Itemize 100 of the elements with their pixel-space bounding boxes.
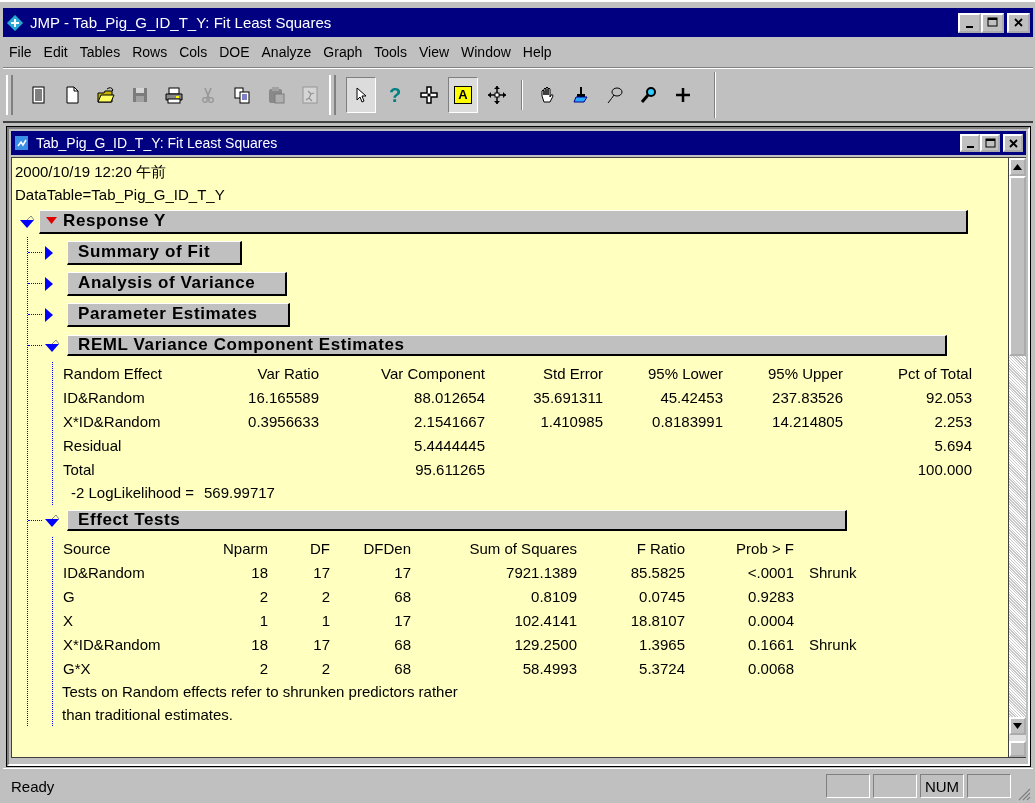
close-icon <box>1006 136 1020 150</box>
column-header: Pct of Total <box>897 364 972 384</box>
status-pane <box>873 774 917 798</box>
resize-grip-icon[interactable] <box>1017 787 1031 801</box>
table-cell-text: 2 <box>320 659 330 679</box>
expanded-triangle-icon[interactable] <box>44 513 61 528</box>
table-cell-text: 17 <box>393 611 411 631</box>
column-header: F Ratio <box>635 539 685 559</box>
popup-menu-icon[interactable] <box>46 217 57 225</box>
outline-header[interactable]: Analysis of Variance <box>67 271 288 296</box>
statistic-label: -2 LogLikelihood = <box>71 483 194 503</box>
menu-item[interactable]: Rows <box>128 42 176 62</box>
expanded-triangle-icon[interactable] <box>19 214 36 229</box>
arrow-cursor-button[interactable] <box>346 77 376 113</box>
table-cell-text: 237.83526 <box>771 388 843 408</box>
table-cell-text: 2 <box>258 587 268 607</box>
outline-header[interactable]: Summary of Fit <box>67 240 243 265</box>
status-pane <box>967 774 1011 798</box>
minimize-icon <box>966 146 974 148</box>
scroll-down-button[interactable] <box>1009 717 1026 735</box>
table-cell-text: 18 <box>250 563 268 583</box>
close-button[interactable] <box>1007 12 1030 33</box>
folder-icon <box>96 85 116 105</box>
table-cell-text: 2.1541667 <box>413 412 485 432</box>
table-cell-text: 1 <box>320 611 330 631</box>
table-cell-text: 0.3956633 <box>247 412 319 432</box>
table-cell-text: Shrunk <box>808 563 858 583</box>
table-cell-text: 0.1661 <box>747 635 794 655</box>
column-header: Var Ratio <box>256 364 319 384</box>
table-cell-text: Residual <box>63 436 123 456</box>
footnote-text: Tests on Random effects refer to shrunken predictors rather <box>62 682 459 702</box>
table-cell-text: 100.000 <box>916 460 972 480</box>
table-cell-text: 35.691311 <box>532 388 603 408</box>
cross-icon <box>419 85 439 105</box>
minimize-icon <box>966 25 973 28</box>
table-cell-text: 0.0068 <box>747 659 794 679</box>
table-cell-text: 5.694 <box>933 436 972 456</box>
menu-item[interactable]: Cols <box>175 42 216 62</box>
close-button[interactable] <box>1003 134 1023 152</box>
menu-item[interactable]: Analyze <box>257 42 320 62</box>
column-header: Nparm <box>222 539 268 559</box>
toolbar-grip[interactable] <box>6 75 13 115</box>
status-pane <box>826 774 870 798</box>
outline-header[interactable]: Effect Tests <box>67 510 847 531</box>
menu-item[interactable]: View <box>414 42 458 62</box>
annotate-button[interactable]: A <box>448 77 478 113</box>
table-cell-text: Total <box>63 460 96 480</box>
magnifier-icon <box>639 85 659 105</box>
scroll-up-button[interactable] <box>1009 158 1026 176</box>
outline-header[interactable]: REML Variance Component Estimates <box>67 335 947 356</box>
table-cell-text: ID&Random <box>63 388 146 408</box>
vertical-scrollbar[interactable] <box>1009 157 1026 758</box>
table-cell-text: 17 <box>393 563 411 583</box>
table-cell-text: 1 <box>258 611 268 631</box>
maximize-icon <box>986 16 999 29</box>
copy-icon <box>232 85 252 105</box>
table-cell-text: X <box>63 611 74 631</box>
menu-item[interactable]: Window <box>457 42 519 62</box>
footnote-text: than traditional estimates. <box>62 705 234 725</box>
menu-item[interactable]: DOE <box>215 42 258 62</box>
maximize-button[interactable] <box>980 134 1000 152</box>
table-cell-text: G*X <box>63 659 92 679</box>
menu-item[interactable]: Edit <box>39 42 76 62</box>
toolbar-grip[interactable] <box>329 75 336 115</box>
table-cell-text: 88.012654 <box>413 388 485 408</box>
table-cell-text: 2 <box>320 587 330 607</box>
expanded-triangle-icon[interactable] <box>44 338 61 353</box>
table-cell-text: 2.253 <box>933 412 972 432</box>
table-cell-text: 95.611265 <box>414 460 485 480</box>
table-cell-text: 0.0004 <box>747 611 794 631</box>
table-cell-text: 0.9283 <box>747 587 794 607</box>
table-cell-text: 0.8183991 <box>651 412 723 432</box>
maximize-button[interactable] <box>981 12 1004 33</box>
table-cell-text: 1.3965 <box>638 635 685 655</box>
outline-header[interactable]: Response Y <box>39 209 968 234</box>
minimize-button[interactable] <box>958 12 981 33</box>
menu-item[interactable]: Graph <box>319 42 371 62</box>
outline-header[interactable]: Parameter Estimates <box>67 302 290 327</box>
menu-item[interactable]: File <box>5 42 40 62</box>
table-cell-text: 92.053 <box>925 388 972 408</box>
table-cell-text: 68 <box>393 587 411 607</box>
column-header: DFDen <box>362 539 411 559</box>
status-indicator: NUM <box>920 774 964 798</box>
menu-item[interactable]: Tables <box>75 42 129 62</box>
column-header: DF <box>309 539 330 559</box>
column-header: Random Effect <box>63 364 163 384</box>
table-cell-text: 68 <box>393 635 411 655</box>
table-cell-text: 45.42453 <box>659 388 723 408</box>
menu-item[interactable]: Tools <box>370 42 415 62</box>
scroll-thumb[interactable] <box>1009 176 1026 356</box>
table-cell-text: X*ID&Random <box>63 412 162 432</box>
document-title: Tab_Pig_G_ID_T_Y: Fit Least Squares <box>36 135 279 151</box>
minimize-button[interactable] <box>960 134 980 152</box>
figure-page-icon <box>300 85 320 105</box>
table-cell-text: X*ID&Random <box>63 635 162 655</box>
table-cell-text: ID&Random <box>63 563 146 583</box>
table-cell-text: G <box>63 587 76 607</box>
down-triangle-icon <box>1013 723 1022 729</box>
table-cell-text: 5.4444445 <box>413 436 485 456</box>
menu-item[interactable]: Help <box>518 42 560 62</box>
